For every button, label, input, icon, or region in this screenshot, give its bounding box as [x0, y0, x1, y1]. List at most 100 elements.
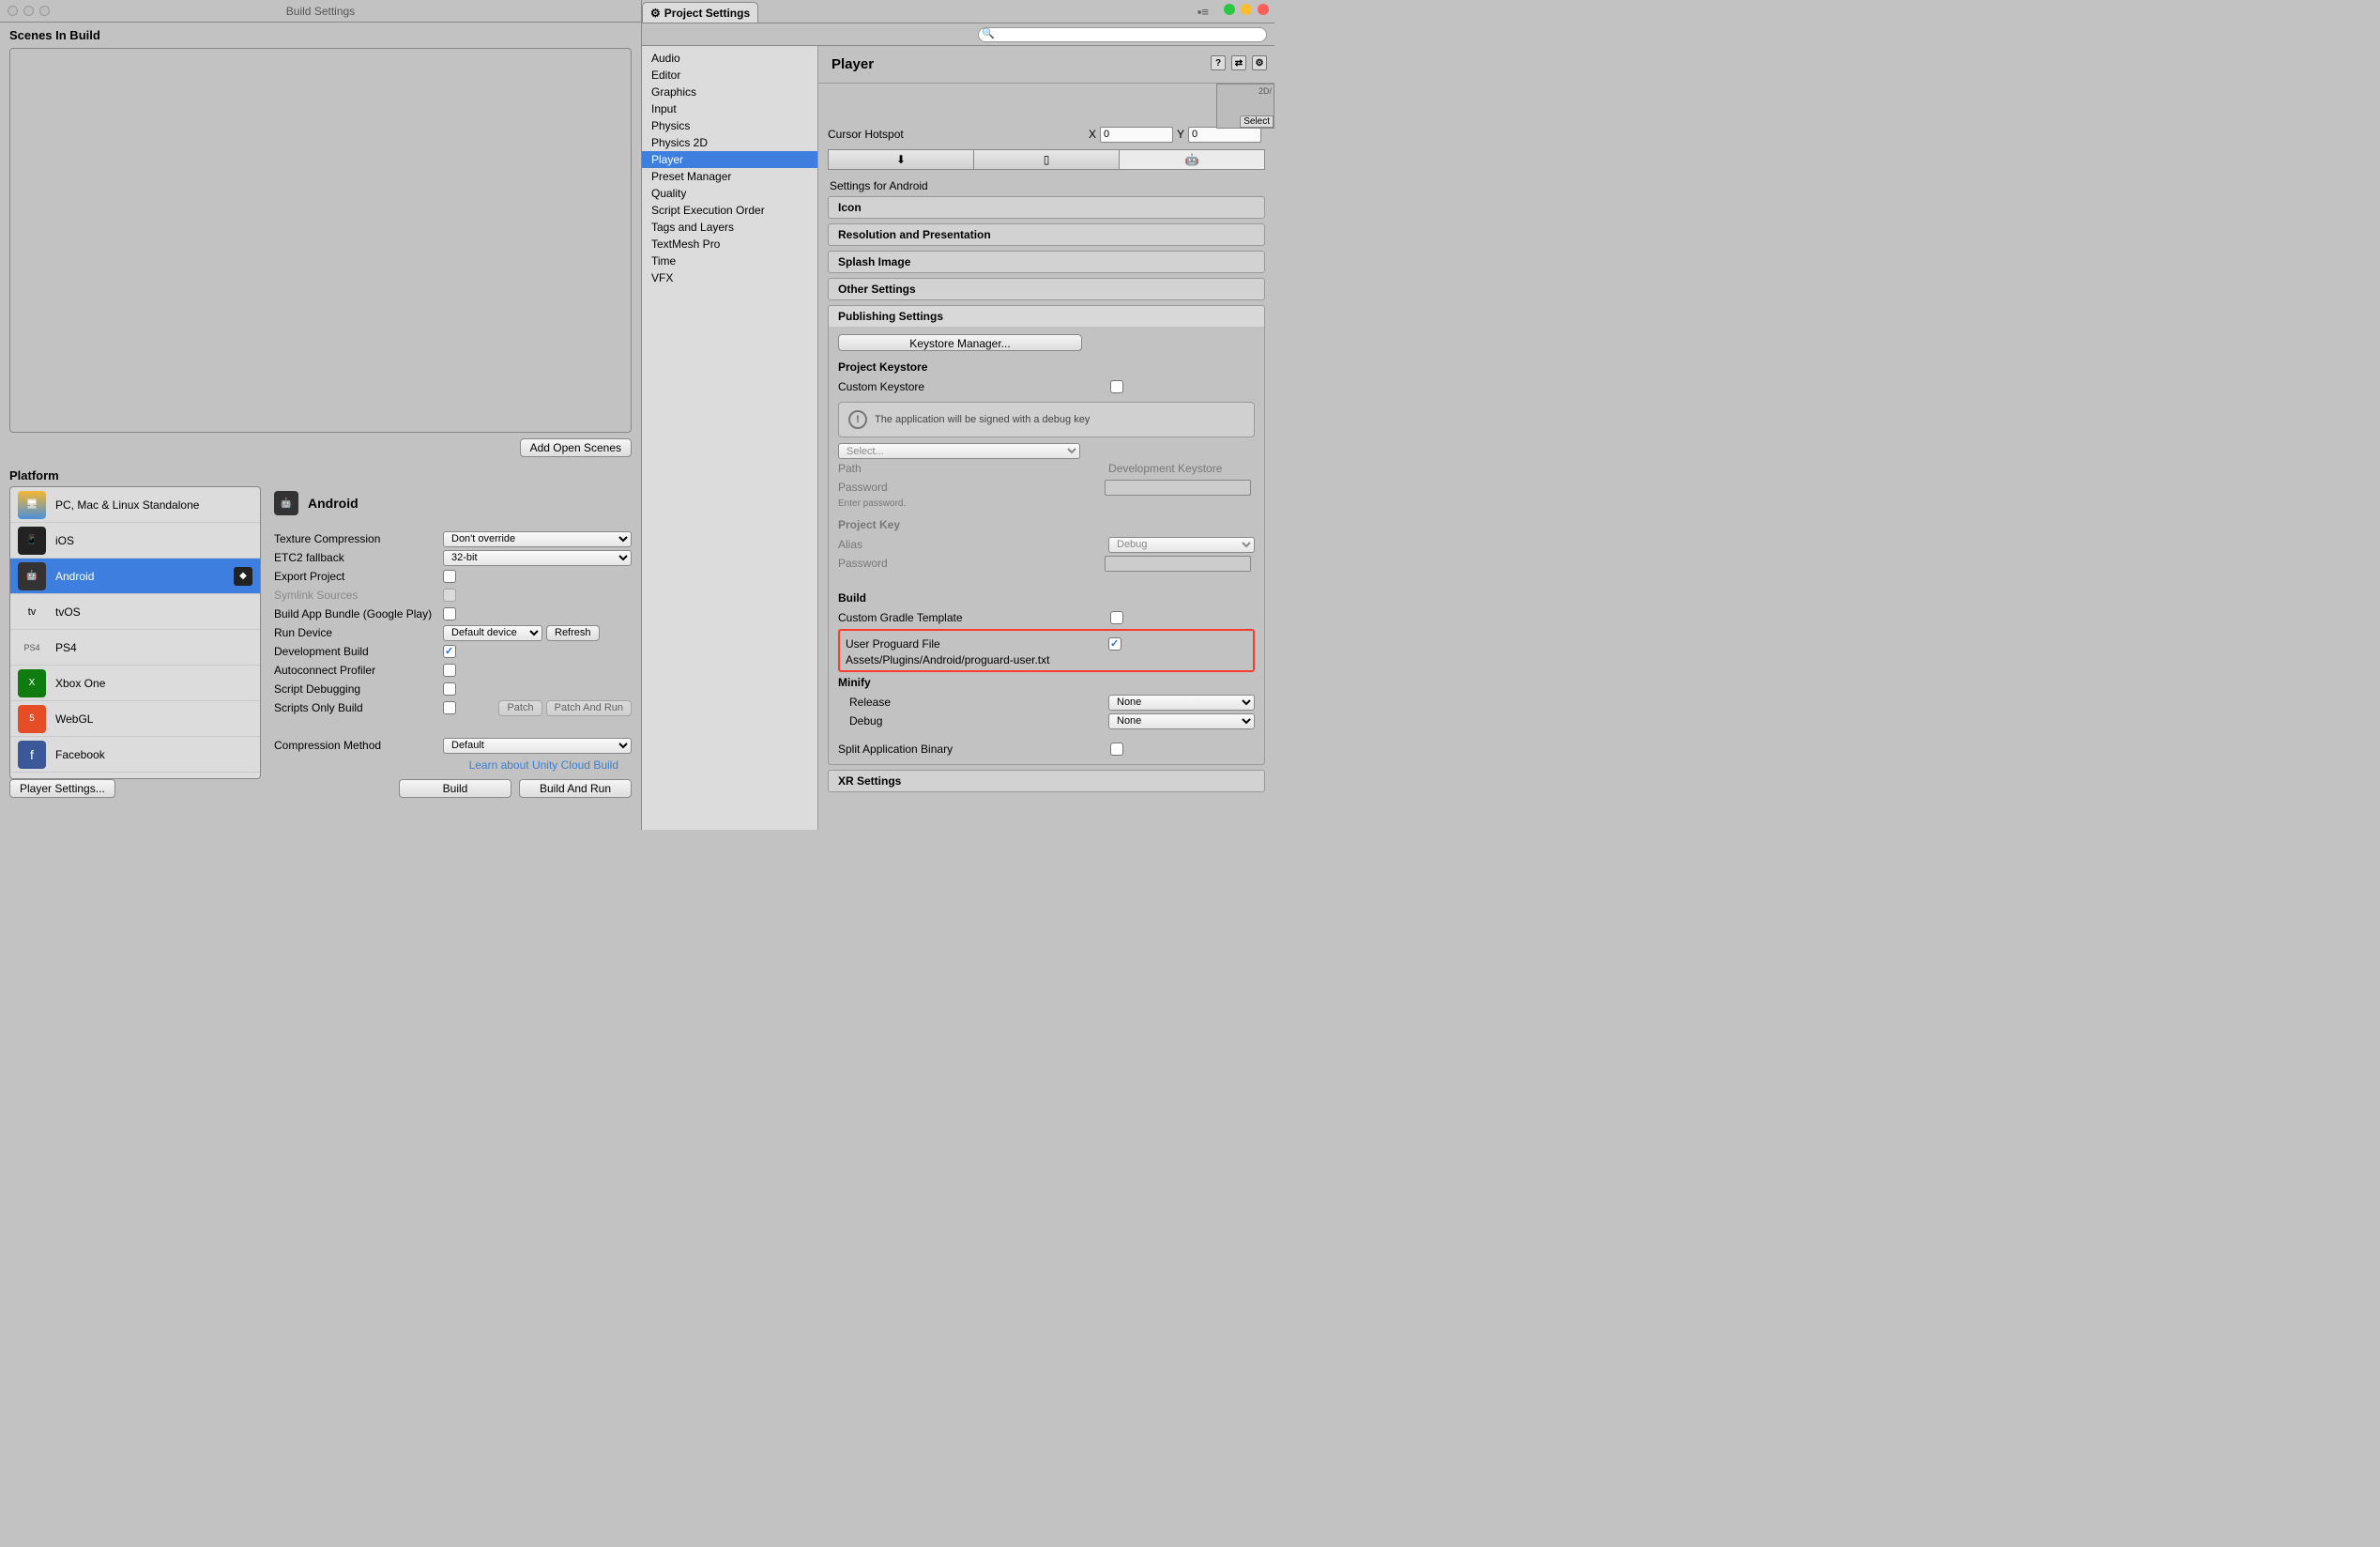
player-platform-tabs: ⬇ ▯ 🤖: [828, 149, 1265, 170]
platform-facebook[interactable]: f Facebook: [10, 737, 260, 773]
webgl-icon: 5: [18, 705, 46, 733]
refresh-button[interactable]: Refresh: [546, 625, 600, 641]
platform-ios[interactable]: 📱 iOS: [10, 523, 260, 559]
autoconnect-checkbox[interactable]: [443, 664, 456, 677]
download-icon: ⬇: [896, 153, 906, 166]
cat-preset[interactable]: Preset Manager: [642, 168, 817, 185]
search-input[interactable]: [978, 27, 1267, 42]
platform-label: Platform: [0, 461, 641, 486]
cat-tags[interactable]: Tags and Layers: [642, 219, 817, 236]
x-label: X: [1089, 128, 1096, 141]
cat-tmp[interactable]: TextMesh Pro: [642, 236, 817, 253]
zoom-dot[interactable]: [1224, 4, 1235, 15]
autoconnect-label: Autoconnect Profiler: [274, 664, 443, 677]
android-icon: 🤖: [274, 491, 298, 515]
build-button[interactable]: Build: [399, 779, 511, 798]
cat-editor[interactable]: Editor: [642, 67, 817, 84]
player-settings-button[interactable]: Player Settings...: [9, 779, 115, 798]
selected-platform-header: 🤖 Android: [274, 486, 632, 520]
platform-tvos[interactable]: tv tvOS: [10, 594, 260, 630]
cat-script-exec[interactable]: Script Execution Order: [642, 202, 817, 219]
release-minify-select[interactable]: None: [1108, 695, 1255, 711]
texture-compression-select[interactable]: Don't override: [443, 531, 632, 547]
minify-label: Minify: [838, 676, 1255, 689]
platform-label-text: tvOS: [55, 605, 81, 619]
ptab-android[interactable]: 🤖: [1120, 149, 1265, 170]
fold-icon[interactable]: Icon: [828, 196, 1265, 219]
close-dot[interactable]: [1258, 4, 1269, 15]
player-scroll[interactable]: 2D/ Select Cursor Hotspot X Y ⬇ ▯ 🤖 Sett…: [818, 84, 1274, 830]
scenes-list[interactable]: [9, 48, 632, 433]
project-key-label: Project Key: [838, 518, 1255, 531]
ptab-ios[interactable]: ▯: [974, 149, 1120, 170]
export-project-checkbox[interactable]: [443, 570, 456, 583]
settings-menu-icon[interactable]: ⚙: [1252, 55, 1267, 70]
platform-label-text: iOS: [55, 534, 74, 547]
cat-vfx[interactable]: VFX: [642, 269, 817, 286]
custom-keystore-checkbox[interactable]: [1110, 380, 1123, 393]
platform-xboxone[interactable]: X Xbox One: [10, 666, 260, 701]
platform-android[interactable]: 🤖 Android ◆: [10, 559, 260, 594]
path-label: Path: [838, 462, 1108, 475]
cursor-y-input[interactable]: [1188, 127, 1261, 143]
ptab-standalone[interactable]: ⬇: [828, 149, 974, 170]
etc2-fallback-label: ETC2 fallback: [274, 551, 443, 564]
platform-list[interactable]: 🖥 PC, Mac & Linux Standalone 📱 iOS 🤖 And…: [9, 486, 261, 779]
settings-category-list[interactable]: Audio Editor Graphics Input Physics Phys…: [642, 46, 818, 830]
add-open-scenes-button[interactable]: Add Open Scenes: [520, 438, 632, 457]
proguard-path: Assets/Plugins/Android/proguard-user.txt: [846, 653, 1247, 666]
scripts-only-checkbox[interactable]: [443, 701, 456, 714]
ios-icon: 📱: [18, 527, 46, 555]
cat-audio[interactable]: Audio: [642, 50, 817, 67]
fold-publishing[interactable]: Publishing Settings: [828, 305, 1265, 327]
fold-resolution[interactable]: Resolution and Presentation: [828, 223, 1265, 246]
key-password-input: [1105, 556, 1251, 572]
cat-quality[interactable]: Quality: [642, 185, 817, 202]
search-row: 🔍: [642, 23, 1274, 46]
info-text: The application will be signed with a de…: [875, 414, 1090, 425]
custom-gradle-checkbox[interactable]: [1110, 611, 1123, 624]
fold-xr[interactable]: XR Settings: [828, 770, 1265, 792]
preset-icon[interactable]: ⇄: [1231, 55, 1246, 70]
etc2-fallback-select[interactable]: 32-bit: [443, 550, 632, 566]
project-keystore-label: Project Keystore: [838, 360, 1255, 374]
fold-other[interactable]: Other Settings: [828, 278, 1265, 300]
compression-select[interactable]: Default: [443, 738, 632, 754]
cloud-build-link[interactable]: Learn about Unity Cloud Build: [274, 755, 632, 775]
ps4-icon: PS4: [18, 634, 46, 662]
project-settings-tab[interactable]: ⚙ Project Settings: [642, 2, 758, 23]
alias-select: Debug: [1108, 537, 1255, 553]
cat-player[interactable]: Player: [642, 151, 817, 168]
platform-ps4[interactable]: PS4 PS4: [10, 630, 260, 666]
keystore-select: Select...: [838, 443, 1080, 459]
user-proguard-label: User Proguard File: [846, 637, 1108, 651]
fold-splash[interactable]: Splash Image: [828, 251, 1265, 273]
minimize-dot[interactable]: [1241, 4, 1252, 15]
proguard-highlight: User Proguard File Assets/Plugins/Androi…: [838, 629, 1255, 672]
platform-label-text: PS4: [55, 641, 77, 654]
cat-time[interactable]: Time: [642, 253, 817, 269]
cat-graphics[interactable]: Graphics: [642, 84, 817, 100]
cat-physics2d[interactable]: Physics 2D: [642, 134, 817, 151]
user-proguard-checkbox[interactable]: [1108, 637, 1121, 651]
password-hint: Enter password.: [838, 498, 1255, 509]
gear-icon: ⚙: [650, 7, 661, 20]
cat-input[interactable]: Input: [642, 100, 817, 117]
debug-minify-select[interactable]: None: [1108, 713, 1255, 729]
run-device-select[interactable]: Default device: [443, 625, 542, 641]
aab-checkbox[interactable]: [443, 607, 456, 620]
cursor-x-input[interactable]: [1100, 127, 1173, 143]
help-icon[interactable]: ?: [1211, 55, 1226, 70]
thumb-select-button[interactable]: Select: [1240, 115, 1274, 128]
dev-build-checkbox[interactable]: [443, 645, 456, 658]
platform-pc[interactable]: 🖥 PC, Mac & Linux Standalone: [10, 487, 260, 523]
texture-compression-label: Texture Compression: [274, 532, 443, 545]
build-and-run-button[interactable]: Build And Run: [519, 779, 632, 798]
script-debug-checkbox[interactable]: [443, 682, 456, 696]
platform-webgl[interactable]: 5 WebGL: [10, 701, 260, 737]
cat-physics[interactable]: Physics: [642, 117, 817, 134]
keystore-manager-button[interactable]: Keystore Manager...: [838, 334, 1082, 351]
split-binary-checkbox[interactable]: [1110, 743, 1123, 756]
cursor-texture-thumb[interactable]: 2D/ Select: [1216, 84, 1274, 129]
tab-menu-icon[interactable]: ▪≡: [1198, 5, 1209, 19]
